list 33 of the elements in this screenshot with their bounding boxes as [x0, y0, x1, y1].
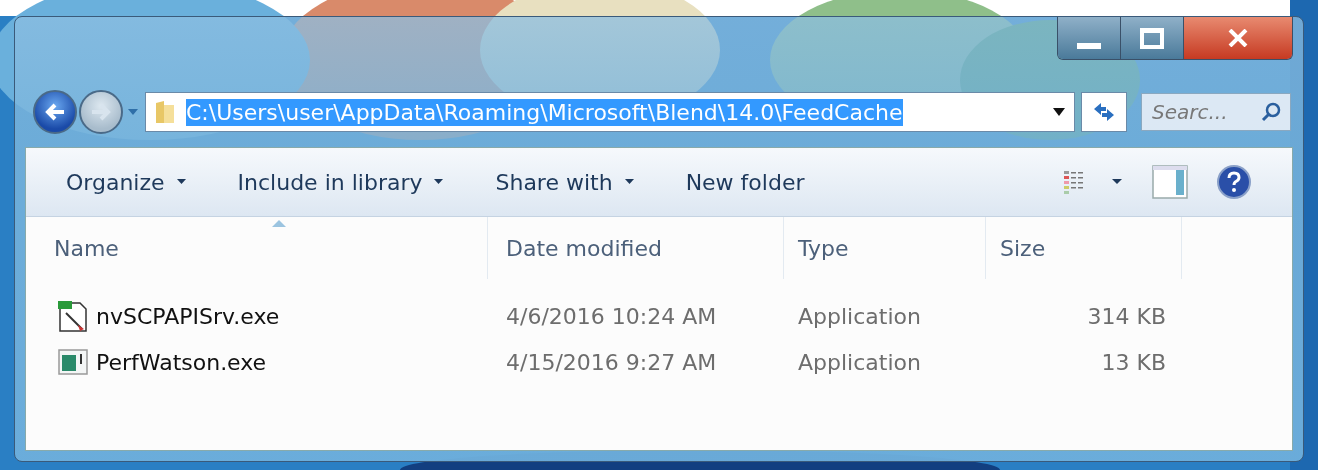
back-button[interactable]: [33, 90, 77, 134]
toolbar-menu[interactable]: New folder: [669, 163, 821, 201]
type-cell-text: Application: [797, 349, 922, 375]
column-header[interactable]: Size: [986, 217, 1182, 279]
view-options-button[interactable]: [1062, 169, 1124, 195]
search-icon: [1261, 102, 1281, 122]
size-cell-text: 13 KB: [1100, 349, 1167, 375]
date-cell-text: 4/6/2016 10:24 AM: [505, 303, 718, 329]
refresh-button[interactable]: [1081, 92, 1127, 132]
size-cell-text: 314 KB: [1086, 303, 1167, 329]
file-name[interactable]: nvSCPAPISrv.exe: [96, 303, 280, 329]
toolbar-menu[interactable]: Include in library: [221, 163, 460, 201]
toolbar-menu[interactable]: Share with: [479, 163, 650, 201]
dropdown-arrow-icon[interactable]: [1052, 107, 1066, 117]
type-cell-text: Application: [797, 303, 922, 329]
column-header[interactable]: Type: [784, 217, 986, 279]
date-cell-text: 4/15/2016 9:27 AM: [505, 349, 718, 375]
paintbrush-file-icon: [56, 299, 90, 333]
maximize-button[interactable]: [1121, 17, 1184, 59]
forward-button[interactable]: [79, 90, 123, 134]
folder-icon: [154, 99, 176, 125]
back-arrow-icon: [44, 103, 66, 121]
sort-arrow-icon: [272, 220, 286, 227]
address-path: C:\Users\user\AppData\Roaming\Microsoft\Blend\14.0\FeedCache: [186, 98, 903, 126]
preview-pane-button[interactable]: [1152, 165, 1188, 199]
help-button[interactable]: [1216, 164, 1252, 200]
minimize-button[interactable]: [1058, 17, 1121, 59]
column-header[interactable]: Date modified: [488, 217, 784, 279]
search-field[interactable]: Searc...: [1141, 93, 1291, 131]
file-name[interactable]: PerfWatson.exe: [96, 349, 267, 375]
toolbar-menu[interactable]: Organize: [50, 163, 202, 201]
close-button[interactable]: [1184, 17, 1292, 59]
close-icon: [1228, 29, 1248, 47]
